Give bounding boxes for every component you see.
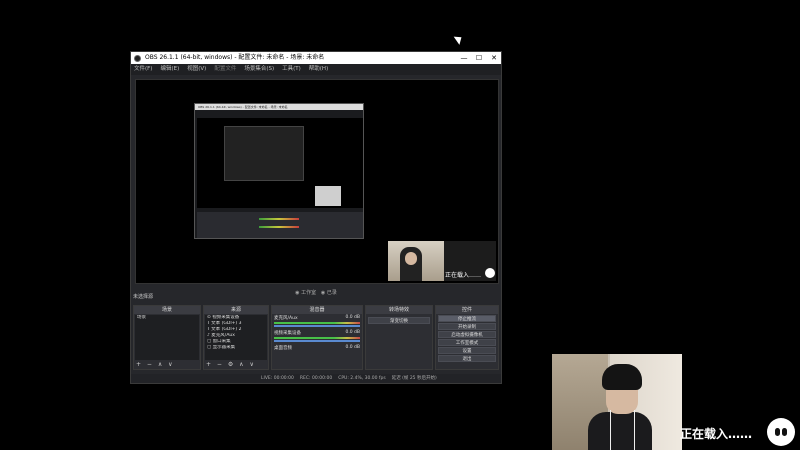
ghost-icon: [767, 418, 795, 446]
sources-header: 来源: [204, 306, 268, 314]
scenes-list: 场景: [135, 315, 199, 360]
mixer-channel: 麦克风/Aux 0.0 dB: [272, 314, 362, 329]
earphone-wire: [610, 410, 611, 450]
nested-title: OBS 26.1.1 (64-bit, windows) - 配置文件: 未命名…: [195, 104, 363, 110]
menu-profile[interactable]: 配置文件: [214, 64, 236, 75]
nested-meter: [259, 218, 299, 220]
maximize-button[interactable]: ☐: [472, 52, 486, 64]
menu-edit[interactable]: 编辑(E): [160, 64, 179, 75]
mixer-channel: 桌面音频 0.0 dB: [272, 344, 362, 352]
rec-timer: REC: 00:00:00: [299, 376, 333, 381]
delay-status: 延迟 (帧 25 秒后开始): [391, 376, 437, 381]
nested-obs-preview: OBS 26.1.1 (64-bit, windows) - 配置文件: 未命名…: [194, 103, 364, 239]
ghost-icon: [485, 268, 495, 278]
start-recording-button[interactable]: 开始录制: [438, 323, 496, 330]
scenes-toolbar[interactable]: + − ∧ ∨: [136, 361, 175, 368]
mode-bar: ◉ 工作室 ◉ 已录: [131, 288, 501, 299]
menu-help[interactable]: 帮助(H): [309, 64, 328, 75]
webcam-overlay: [552, 354, 682, 450]
channel-db: 0.0 dB: [345, 330, 360, 335]
pip-loading-text: 正在载入……: [445, 272, 482, 279]
nested-meter: [259, 226, 299, 228]
recording-indicator: ◉ 已录: [320, 290, 337, 296]
sources-list: ⊙ 视频采集设备 T 文本 (GDI+) 3 T 文本 (GDI+) 2 ♪ 麦…: [205, 315, 267, 360]
mouse-cursor: [453, 33, 465, 45]
volume-meter: [274, 337, 360, 339]
minimize-button[interactable]: —: [457, 52, 471, 64]
exit-button[interactable]: 退出: [438, 355, 496, 362]
close-button[interactable]: ✕: [487, 52, 501, 64]
nested-preview: [197, 118, 363, 208]
menu-file[interactable]: 文件(F): [134, 64, 152, 75]
obs-window: OBS 26.1.1 (64-bit, windows) - 配置文件: 未命名…: [130, 51, 502, 384]
live-timer: LIVE: 00:00:00: [261, 376, 294, 381]
webcam-person-body: [588, 412, 652, 450]
studio-mode-button[interactable]: 工作室模式: [438, 339, 496, 346]
scenes-dock: 场景 场景 + − ∧ ∨: [133, 305, 201, 370]
status-bar: LIVE: 00:00:00 REC: 00:00:00 CPU: 2.4%, …: [131, 374, 501, 383]
loading-text: 正在载入……: [680, 427, 753, 441]
mixer-channel: 视频采集设备 0.0 dB: [272, 329, 362, 344]
menu-tools[interactable]: 工具(T): [282, 64, 301, 75]
channel-db: 0.0 dB: [345, 345, 360, 350]
channel-db: 0.0 dB: [345, 315, 360, 320]
scenes-header: 场景: [134, 306, 200, 314]
menu-view[interactable]: 视图(V): [187, 64, 206, 75]
settings-button[interactable]: 设置: [438, 347, 496, 354]
controls-dock: 控件 停止推流 开始录制 启动虚拟摄像机 工作室模式 设置 退出: [435, 305, 499, 370]
pip-face: [405, 252, 417, 265]
cpu-fps: CPU: 2.4%, 30.00 fps: [338, 376, 386, 381]
earphone-wire: [634, 410, 635, 450]
nested-webcam: [315, 186, 341, 206]
title-bar[interactable]: OBS 26.1.1 (64-bit, windows) - 配置文件: 未命名…: [131, 52, 501, 64]
mixer-header: 混音器: [272, 306, 362, 314]
menu-scene-collection[interactable]: 场景集合(S): [244, 64, 274, 75]
channel-name: 麦克风/Aux: [274, 316, 298, 321]
volume-meter: [274, 322, 360, 324]
nested-docks: [197, 212, 363, 238]
obs-logo-icon: [134, 55, 141, 62]
preview-canvas[interactable]: OBS 26.1.1 (64-bit, windows) - 配置文件: 未命名…: [135, 79, 499, 284]
sources-toolbar[interactable]: + − ⚙ ∧ ∨: [206, 361, 256, 368]
channel-name: 桌面音频: [274, 346, 292, 351]
mixer-dock: 混音器 麦克风/Aux 0.0 dB 视频采集设备 0.0 dB 桌面音频 0.…: [271, 305, 363, 370]
nested-inner-window: [224, 126, 304, 181]
scene-item[interactable]: 场景: [135, 315, 199, 321]
channel-name: 视频采集设备: [274, 331, 301, 336]
no-source-label: 未选择源: [133, 294, 154, 300]
controls-header: 控件: [436, 306, 498, 314]
transitions-header: 转场特效: [366, 306, 432, 314]
studio-mode-toggle[interactable]: ◉ 工作室: [295, 290, 316, 296]
transitions-dock: 转场特效 渐变切换: [365, 305, 433, 370]
stop-stream-button[interactable]: 停止推流: [438, 315, 496, 322]
sources-dock: 来源 ⊙ 视频采集设备 T 文本 (GDI+) 3 T 文本 (GDI+) 2 …: [203, 305, 269, 370]
source-item[interactable]: ▢ 显示器采集: [205, 345, 267, 351]
dock-area: 场景 场景 + − ∧ ∨ 来源 ⊙ 视频采集设备 T 文本 (GDI+) 3 …: [133, 305, 499, 370]
webcam-pip: 正在载入……: [388, 241, 496, 281]
menu-bar: 文件(F) 编辑(E) 视图(V) 配置文件 场景集合(S) 工具(T) 帮助(…: [131, 64, 501, 75]
transition-select[interactable]: 渐变切换: [368, 317, 430, 324]
webcam-person-hair: [602, 364, 642, 390]
window-title: OBS 26.1.1 (64-bit, windows) - 配置文件: 未命名…: [145, 54, 325, 61]
volume-slider[interactable]: [274, 325, 360, 327]
volume-slider[interactable]: [274, 340, 360, 342]
virtual-camera-button[interactable]: 启动虚拟摄像机: [438, 331, 496, 338]
